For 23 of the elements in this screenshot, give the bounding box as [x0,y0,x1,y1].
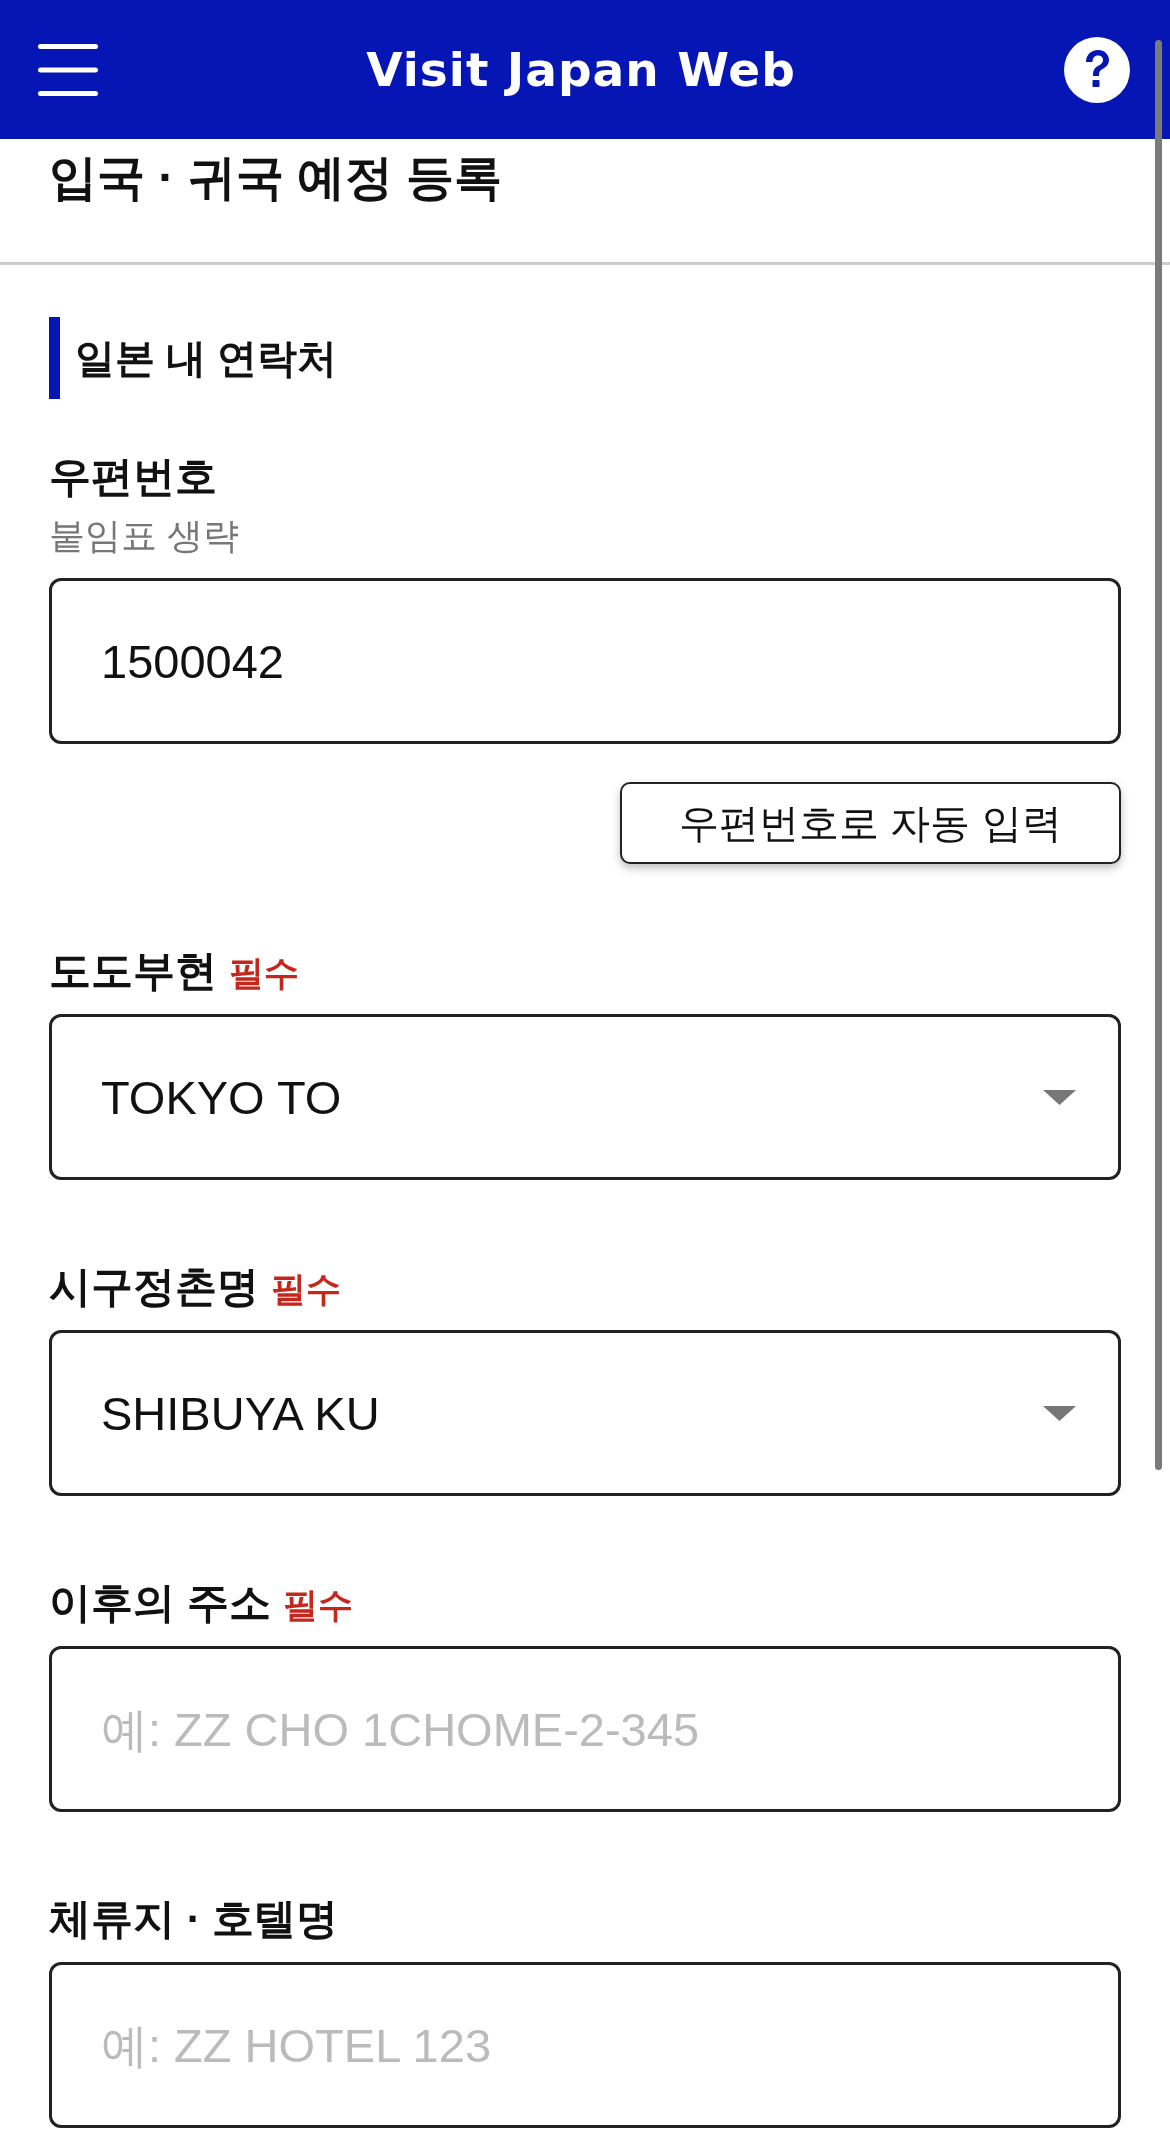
caret-down-icon [1043,1405,1076,1421]
caret-down-icon [1043,1089,1076,1105]
scrollbar-thumb[interactable] [1155,40,1162,1470]
required-label: 필수 [229,952,299,994]
dropdown-field[interactable]: TOKYO TO [49,1014,1121,1180]
input-field[interactable]: 1500042 [49,578,1121,744]
input-field[interactable]: 예: ZZ CHO 1CHOME-2-345 [49,1646,1121,1812]
required-label: 필수 [282,1584,353,1626]
dropdown-field[interactable]: SHIBUYA KU [49,1330,1121,1496]
app-title: Visit Japan Web [366,40,796,99]
help-icon[interactable] [1064,36,1130,103]
autofill-button[interactable]: 우편번호로 자동 입력 [620,782,1121,864]
field-label: 도도부현 [49,946,217,996]
field-label: 체류지 · 호텔명 [49,1894,339,1944]
field-label: 우편번호 [49,452,217,502]
page-title: 입국 · 귀국 예정 등록 [49,150,503,206]
input-field[interactable]: 예: ZZ HOTEL 123 [49,1962,1121,2128]
required-label: 필수 [271,1268,341,1310]
menu-icon[interactable] [38,43,98,96]
section-heading: 일본 내 연락처 [49,317,342,399]
field-label: 이후의 주소 [49,1578,271,1628]
field-hint: 붙임표 생략 [49,514,239,558]
field-label: 시구정촌명 [49,1262,259,1312]
